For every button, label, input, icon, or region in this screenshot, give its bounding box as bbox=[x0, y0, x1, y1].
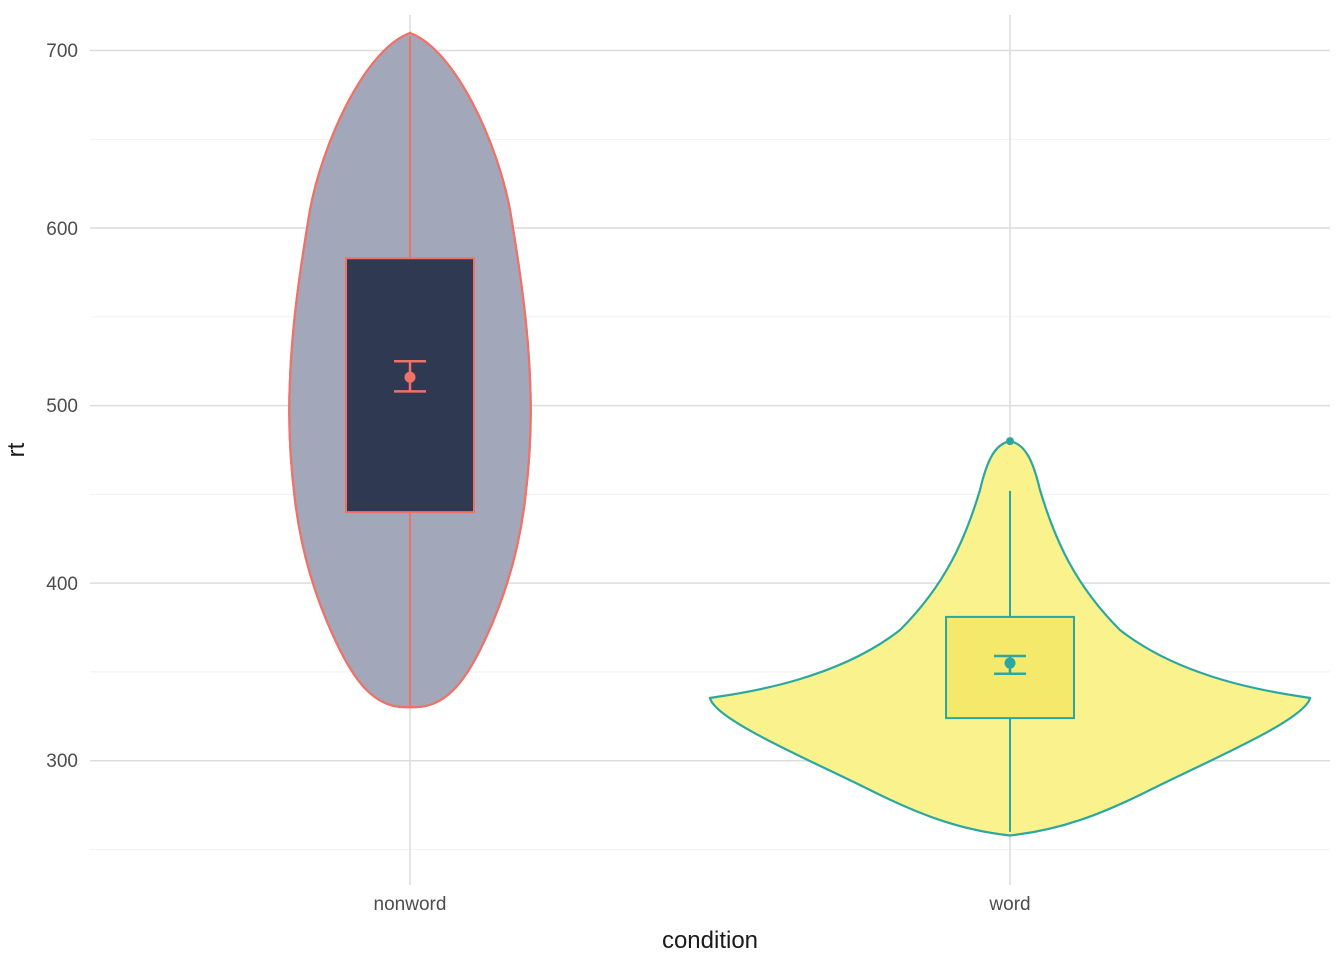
y-tick-400: 400 bbox=[46, 574, 78, 595]
chart-svg: 300 400 500 600 700 nonword word conditi… bbox=[0, 0, 1344, 960]
x-tick-word: word bbox=[988, 894, 1030, 915]
mean-point-nonword bbox=[405, 372, 416, 383]
outlier-word bbox=[1006, 437, 1014, 445]
mean-point-word bbox=[1005, 658, 1016, 669]
y-axis-ticks: 300 400 500 600 700 bbox=[46, 41, 78, 772]
plot-container: 300 400 500 600 700 nonword word conditi… bbox=[0, 0, 1344, 960]
y-tick-600: 600 bbox=[46, 219, 78, 240]
y-axis-title: rt bbox=[3, 442, 30, 457]
x-tick-nonword: nonword bbox=[374, 894, 447, 915]
y-tick-500: 500 bbox=[46, 396, 78, 417]
x-axis-title: condition bbox=[662, 927, 758, 954]
y-tick-700: 700 bbox=[46, 41, 78, 62]
x-axis-ticks: nonword word bbox=[374, 894, 1031, 915]
y-tick-300: 300 bbox=[46, 751, 78, 772]
